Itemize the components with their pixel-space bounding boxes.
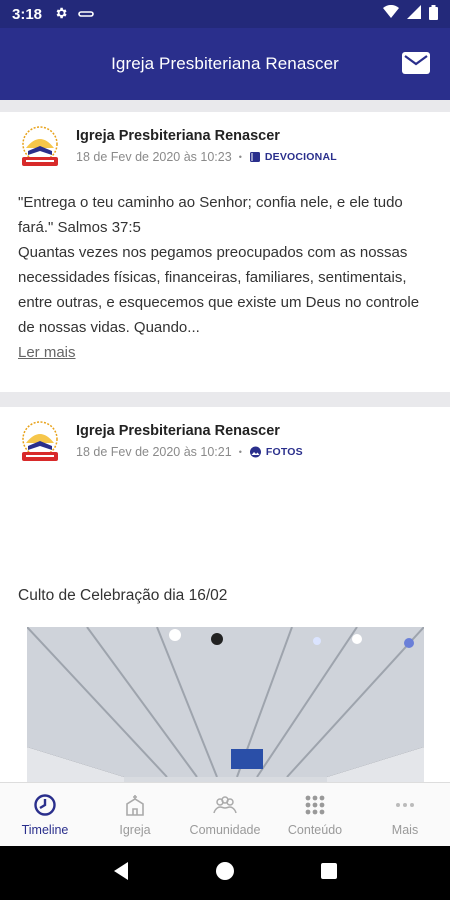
post-date: 18 de Fev de 2020 às 10:23 <box>76 150 232 164</box>
church-logo <box>16 419 64 467</box>
link-icon <box>78 7 94 22</box>
system-navigation-bar <box>0 846 450 900</box>
nav-item-comunidade[interactable]: Comunidade <box>180 783 270 846</box>
back-icon[interactable] <box>112 861 130 886</box>
church-icon <box>123 793 147 817</box>
nav-label: Igreja <box>119 823 151 837</box>
settings-icon <box>54 6 68 23</box>
post-header: Igreja Presbiteriana Renascer 18 de Fev … <box>0 407 450 467</box>
cell-signal-icon <box>407 5 421 23</box>
post-text-content: "Entrega o teu caminho ao Senhor; confia… <box>18 194 420 336</box>
nav-label: Timeline <box>21 823 69 837</box>
post-photo[interactable] <box>27 627 424 782</box>
more-icon <box>393 793 417 817</box>
nav-item-conteudo[interactable]: Conteúdo <box>270 783 360 846</box>
post-date: 18 de Fev de 2020 às 10:21 <box>76 445 232 459</box>
post-author[interactable]: Igreja Presbiteriana Renascer <box>76 423 280 439</box>
post-card[interactable]: Igreja Presbiteriana Renascer 18 de Fev … <box>0 407 450 782</box>
post-header: Igreja Presbiteriana Renascer 18 de Fev … <box>0 112 450 172</box>
read-more-link[interactable]: Ler mais <box>18 344 76 361</box>
category-tag[interactable]: FOTOS <box>249 446 303 458</box>
category-label: DEVOCIONAL <box>264 151 337 163</box>
category-label: FOTOS <box>265 446 303 458</box>
content-grid-icon <box>303 793 327 817</box>
nav-item-igreja[interactable]: Igreja <box>90 783 180 846</box>
post-card[interactable]: Igreja Presbiteriana Renascer 18 de Fev … <box>0 112 450 392</box>
timeline-icon <box>33 793 57 817</box>
post-meta: 18 de Fev de 2020 às 10:21 • FOTOS <box>76 445 303 459</box>
nav-label: Comunidade <box>189 823 261 837</box>
post-author[interactable]: Igreja Presbiteriana Renascer <box>76 128 280 144</box>
separator-dot: • <box>238 447 242 457</box>
post-caption: Culto de Celebração dia 16/02 <box>18 587 228 604</box>
battery-icon <box>429 4 438 24</box>
nav-item-mais[interactable]: Mais <box>360 783 450 846</box>
status-time: 3:18 <box>12 5 43 23</box>
post-text: "Entrega o teu caminho ao Senhor; confia… <box>18 190 432 340</box>
bottom-navigation: Timeline Igreja Comunidade Conteúdo Mais <box>0 782 450 846</box>
mail-icon[interactable] <box>402 52 430 74</box>
nav-label: Mais <box>391 823 419 837</box>
home-icon[interactable] <box>215 861 235 886</box>
post-meta: 18 de Fev de 2020 às 10:23 • DEVOCIONAL <box>76 150 337 164</box>
church-logo <box>16 124 64 172</box>
community-icon <box>213 793 237 817</box>
photo-icon <box>249 446 261 458</box>
app-title: Igreja Presbiteriana Renascer <box>111 54 339 73</box>
app-bar: Igreja Presbiteriana Renascer <box>0 28 450 100</box>
category-tag[interactable]: DEVOCIONAL <box>249 151 337 163</box>
status-bar: 3:18 <box>0 0 450 28</box>
recents-icon[interactable] <box>320 862 338 885</box>
timeline-feed[interactable]: Igreja Presbiteriana Renascer 18 de Fev … <box>0 100 450 782</box>
separator-dot: • <box>238 152 242 162</box>
wifi-icon <box>383 4 399 23</box>
nav-item-timeline[interactable]: Timeline <box>0 783 90 846</box>
nav-label: Conteúdo <box>287 823 343 837</box>
book-icon <box>249 152 260 162</box>
